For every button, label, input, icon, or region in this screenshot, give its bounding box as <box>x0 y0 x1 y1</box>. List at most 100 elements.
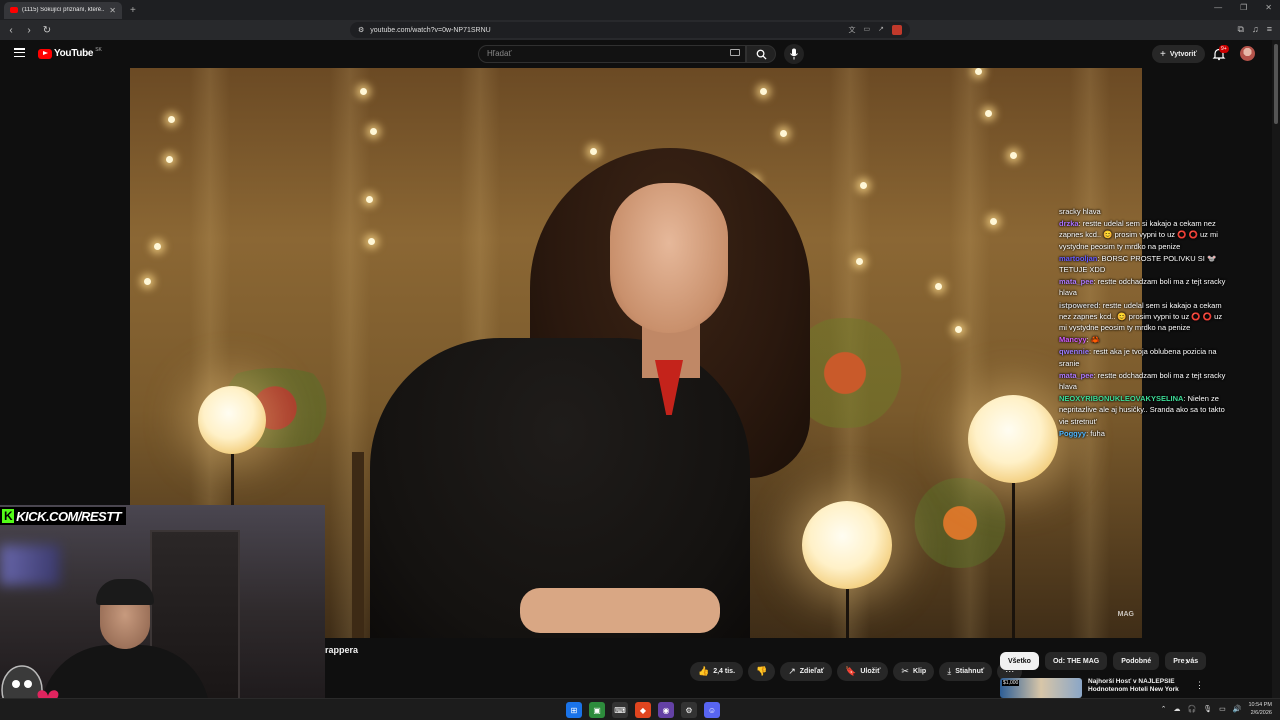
chat-message: mata_pee: restte odchadzam boli ma z tej… <box>1059 277 1226 298</box>
terminal-icon[interactable]: ⌨ <box>612 702 628 718</box>
keyboard-icon[interactable] <box>730 49 740 56</box>
translate-icon[interactable]: 文 <box>849 25 856 35</box>
windows-start-icon[interactable]: ⊞ <box>566 702 582 718</box>
search-button[interactable] <box>746 45 776 63</box>
chat-username[interactable]: Poggyy <box>1059 429 1086 438</box>
thumbnail-badge: $1,000 <box>1002 680 1020 686</box>
mic-tray-icon[interactable]: 🎙 <box>1203 705 1212 713</box>
search-input[interactable]: Hľadať <box>478 45 746 63</box>
close-tab-icon[interactable]: ✕ <box>109 6 116 15</box>
kick-overlay-label: K KICK.COM/RESTT <box>0 507 127 525</box>
address-bar[interactable]: ⚙ youtube.com/watch?v=0w-NP71SRNU 文 ▭ ↗ <box>350 22 910 38</box>
chat-username[interactable]: istpowered <box>1059 301 1099 310</box>
clip-button[interactable]: ✂ Klip <box>893 662 935 681</box>
close-window-icon[interactable]: ✕ <box>1265 3 1272 12</box>
media-icon[interactable]: ♫ <box>1252 24 1259 35</box>
kick-url: KICK.COM/RESTT <box>16 508 122 524</box>
clock[interactable]: 10:54 PM 2/6/2026 <box>1248 701 1272 717</box>
app-icon[interactable]: ◉ <box>658 702 674 718</box>
brave-shield-icon[interactable] <box>892 25 902 35</box>
tab-title: (1115) Šokující přiznání, které... <box>22 7 106 13</box>
recommended-thumbnail[interactable]: $1,000 <box>1000 678 1082 698</box>
more-options-icon[interactable]: ⋮ <box>1195 680 1204 691</box>
youtube-header: YouTube SK Hľadať + Vytvoriť 9+ <box>0 40 1280 68</box>
headset-icon[interactable]: 🎧 <box>1188 705 1197 713</box>
chat-message: NEOXYRIBONUKLEOVAKYSELINA: Nielen ze nep… <box>1059 394 1225 426</box>
chat-username[interactable]: Mancyy <box>1059 335 1087 344</box>
download-icon: ⤓ <box>947 666 952 676</box>
share-page-icon[interactable]: ↗ <box>878 25 884 35</box>
chevron-right-icon[interactable]: › <box>1185 656 1188 667</box>
menu-icon[interactable] <box>14 48 25 58</box>
browser-toolbar: ‹ › ↻ ⚙ youtube.com/watch?v=0w-NP71SRNU … <box>0 20 1280 40</box>
chat-username[interactable]: mata_pee <box>1059 371 1094 380</box>
fairy-light <box>935 283 942 290</box>
action-label: 2,4 tis. <box>713 668 736 675</box>
chat-username[interactable]: NEOXYRIBONUKLEOVAKYSELINA <box>1059 394 1183 403</box>
chat-message: mata_pee: restte odchadzam boli ma z tej… <box>1059 370 1226 392</box>
globe-lamp <box>198 386 266 454</box>
fairy-light <box>366 196 373 203</box>
volume-icon[interactable]: 🔊 <box>1233 705 1242 713</box>
recommended-title[interactable]: Najhorší Hosť v NAJLEPŠIE Hodnotenom Hot… <box>1088 678 1188 698</box>
browser-tab[interactable]: (1115) Šokující přiznání, které... ✕ <box>4 1 122 19</box>
minimize-icon[interactable]: — <box>1214 3 1222 12</box>
clock-date: 2/6/2026 <box>1250 710 1272 716</box>
maximize-icon[interactable]: ❐ <box>1240 3 1247 12</box>
person-face <box>610 183 728 333</box>
download-button[interactable]: ⤓ Stiahnuť <box>939 662 993 681</box>
extensions-icon[interactable]: ⧉ <box>1238 24 1244 35</box>
share-button[interactable]: ↗ Zdieľať <box>780 662 833 681</box>
chat-username[interactable]: qwennie <box>1059 347 1089 356</box>
fairy-light <box>590 148 597 155</box>
like-button[interactable]: 👍 2,4 tis. <box>690 662 744 681</box>
discord-icon[interactable]: ☺ <box>704 702 720 718</box>
site-info-icon[interactable]: ⚙ <box>358 26 364 34</box>
chat-username[interactable]: martooljan <box>1059 254 1097 263</box>
windows-taskbar: ⊞ ▣ ⌨ ◆ ◉ ⚙ ☺ ⌃ ☁ 🎧 🎙 ▭ 🔊 10:54 PM 2/6/2… <box>0 698 1280 720</box>
action-label: Zdieľať <box>799 668 825 675</box>
network-icon[interactable]: ▭ <box>1219 705 1226 713</box>
filter-chip[interactable]: Podobné <box>1113 652 1160 670</box>
account-avatar[interactable] <box>1240 46 1255 61</box>
save-button[interactable]: 🔖 Uložiť <box>837 662 889 681</box>
brave-browser-icon[interactable]: ◆ <box>635 702 651 718</box>
chat-message: Poggyy: fuha <box>1059 428 1105 438</box>
filter-chip[interactable]: Od: THE MAG <box>1044 652 1108 670</box>
chat-message: qwennie: restt aka je tvoja oblubena poz… <box>1059 347 1217 368</box>
fairy-light <box>760 88 767 95</box>
page-scrollbar[interactable] <box>1272 40 1280 698</box>
stream-chat-overlay: sracky hlava drzka: restte udelal sem si … <box>1059 206 1229 440</box>
dislike-button[interactable]: 👎 <box>748 662 776 681</box>
cast-icon[interactable]: ▭ <box>864 25 871 35</box>
chat-username[interactable]: drzka <box>1059 219 1079 228</box>
fairy-light <box>144 278 151 285</box>
voice-search-button[interactable] <box>784 44 804 64</box>
room-light <box>0 545 60 585</box>
steam-icon[interactable]: ⚙ <box>681 702 697 718</box>
fairy-light <box>368 238 375 245</box>
reload-icon[interactable]: ↻ <box>40 25 54 36</box>
create-button[interactable]: + Vytvoriť <box>1152 45 1205 63</box>
browser-menu-icon[interactable]: ≡ <box>1267 24 1272 35</box>
fairy-light <box>780 130 787 137</box>
url-text[interactable]: youtube.com/watch?v=0w-NP71SRNU <box>370 27 490 34</box>
chat-message: Mancyy: 🦀 <box>1059 335 1101 345</box>
forward-icon[interactable]: › <box>22 25 36 36</box>
new-tab-icon[interactable]: + <box>130 5 136 16</box>
lamp-stand <box>846 589 849 638</box>
browser-extensions: ⧉ ♫ ≡ <box>1238 24 1272 35</box>
recommended-video[interactable]: $1,000 Najhorší Hosť v NAJLEPŠIE Hodnote… <box>1000 678 1204 698</box>
back-icon[interactable]: ‹ <box>4 25 18 36</box>
chat-username[interactable]: mata_pee <box>1059 277 1094 286</box>
save-icon: 🔖 <box>845 666 857 676</box>
scrollbar-thumb[interactable] <box>1274 44 1278 124</box>
tray-chevron-icon[interactable]: ⌃ <box>1161 705 1167 713</box>
system-tray: ⌃ ☁ 🎧 🎙 ▭ 🔊 10:54 PM 2/6/2026 <box>1161 701 1272 717</box>
cloud-icon[interactable]: ☁ <box>1174 705 1181 713</box>
youtube-logo[interactable]: YouTube SK <box>38 47 102 59</box>
chat-message: drzka: restte udelal sem si kakajo a cek… <box>1059 219 1218 251</box>
kick-logo-icon: K <box>2 509 15 523</box>
app-icon[interactable]: ▣ <box>589 702 605 718</box>
filter-chip[interactable]: Všetko <box>1000 652 1039 670</box>
